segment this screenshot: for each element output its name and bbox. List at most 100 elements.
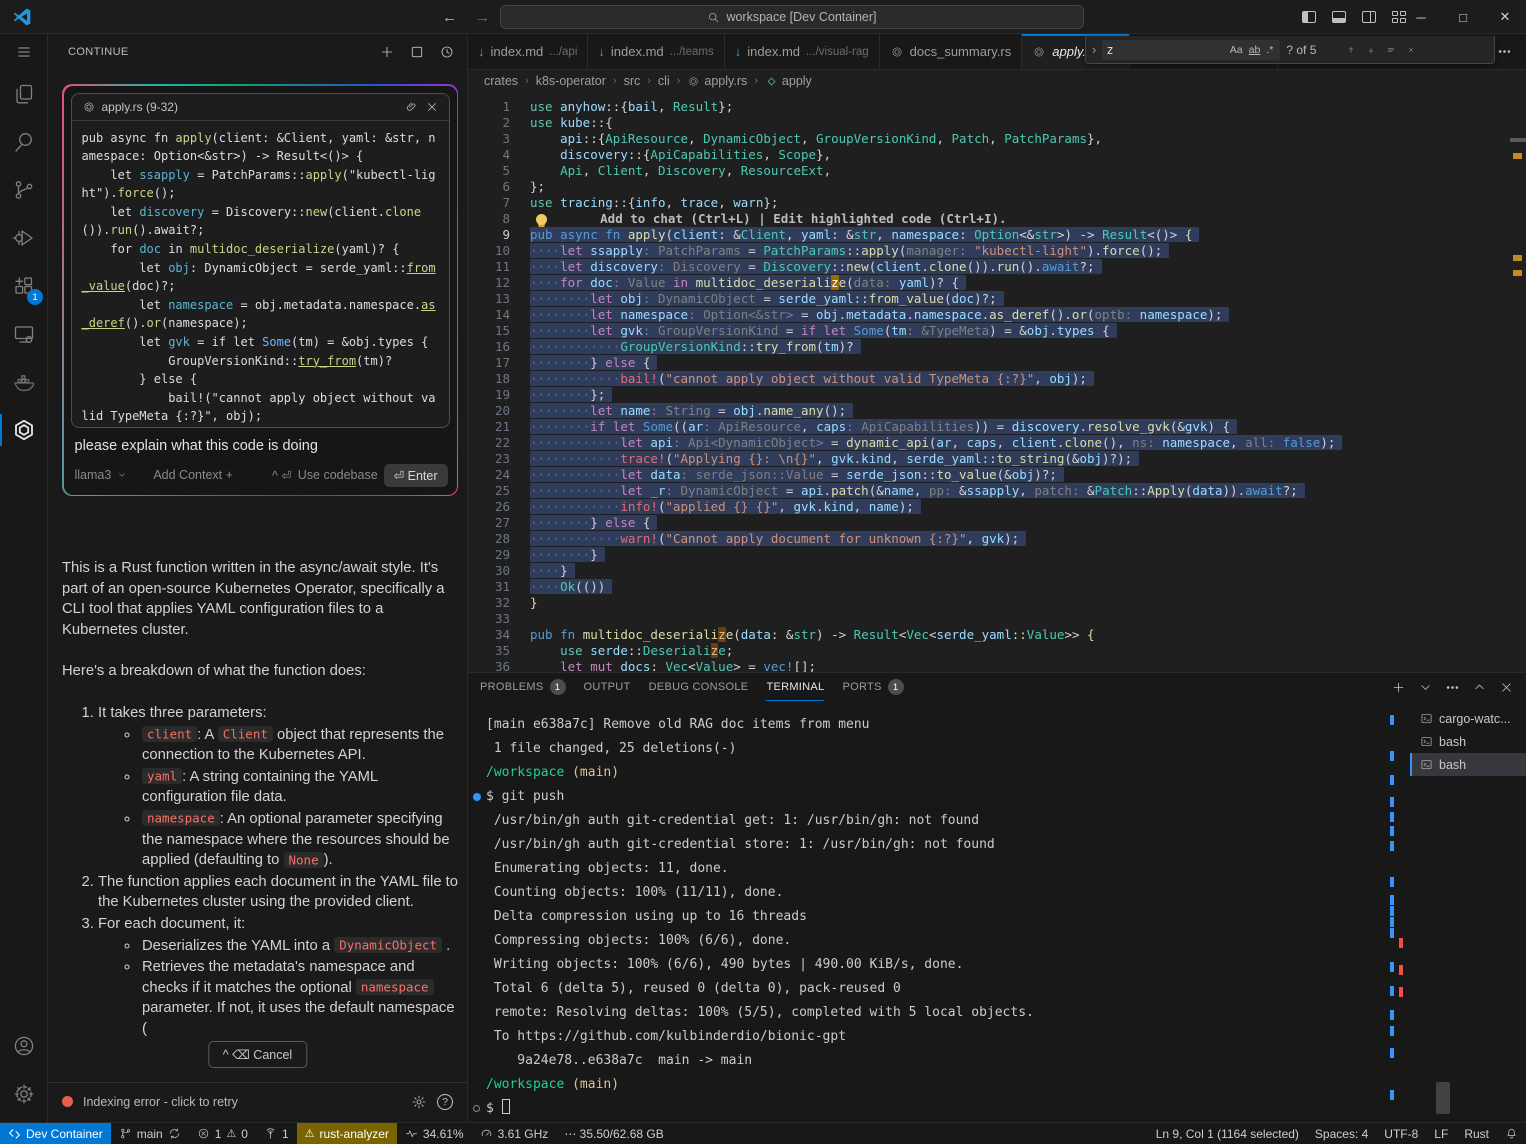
indexing-status[interactable]: Indexing error - click to retry bbox=[83, 1095, 238, 1109]
statusbar-item-freq[interactable]: 3.61 GHz bbox=[472, 1123, 557, 1144]
list-item: It takes three parameters:client: A Clie… bbox=[98, 703, 458, 871]
line-number: 4 bbox=[468, 147, 510, 163]
statusbar-item-indentation[interactable]: Spaces: 4 bbox=[1307, 1123, 1376, 1144]
breadcrumb-item[interactable]: crates bbox=[484, 74, 518, 88]
editor-tab[interactable]: ↓index.md.../teams bbox=[588, 34, 724, 69]
scrollbar-thumb[interactable] bbox=[1436, 1082, 1450, 1114]
panel-tab-debug-console[interactable]: DEBUG CONSOLE bbox=[649, 673, 749, 701]
menu-icon[interactable] bbox=[0, 34, 47, 70]
inline-code: DynamicObject bbox=[334, 937, 442, 953]
statusbar-item-memory[interactable]: ⋯ 35.50/62.68 GB bbox=[556, 1123, 671, 1144]
terminal-list-item[interactable]: bash bbox=[1410, 730, 1526, 753]
breadcrumb-item[interactable]: apply bbox=[765, 74, 812, 88]
toggle-replace-icon[interactable]: › bbox=[1092, 42, 1096, 57]
line-number: 18 bbox=[468, 371, 510, 387]
help-icon[interactable]: ? bbox=[437, 1094, 453, 1110]
back-button[interactable]: ← bbox=[442, 9, 457, 26]
lightbulb-icon[interactable] bbox=[536, 214, 547, 225]
regex-icon[interactable]: .* bbox=[1263, 43, 1276, 57]
next-match-icon[interactable] bbox=[1364, 43, 1378, 57]
activity-item-search[interactable] bbox=[0, 118, 48, 166]
activity-item-account[interactable] bbox=[0, 1022, 48, 1070]
code-editor[interactable]: 1use anyhow::{bail, Result};2use kube::{… bbox=[468, 92, 1526, 672]
panel-tab-output[interactable]: OUTPUT bbox=[584, 673, 631, 701]
statusbar-item-eol[interactable]: LF bbox=[1426, 1123, 1456, 1144]
statusbar-item-language[interactable]: Rust bbox=[1456, 1123, 1497, 1144]
close-find-icon[interactable] bbox=[1404, 43, 1418, 57]
find-in-selection-icon[interactable] bbox=[1384, 43, 1398, 57]
fullscreen-icon[interactable] bbox=[409, 44, 425, 60]
statusbar-item-problems[interactable]: 1⚠0 bbox=[189, 1123, 256, 1144]
find-widget: › Aa ab .* ? of 5 bbox=[1085, 36, 1495, 64]
paperclip-icon[interactable] bbox=[405, 100, 419, 114]
panel-more-icon[interactable] bbox=[1445, 680, 1460, 695]
history-icon[interactable] bbox=[439, 44, 455, 60]
terminal-list-item[interactable]: bash bbox=[1410, 753, 1526, 776]
statusbar-item-branch[interactable]: main bbox=[111, 1123, 189, 1144]
maximize-panel-icon[interactable] bbox=[1472, 680, 1487, 695]
use-codebase-label[interactable]: Use codebase bbox=[298, 468, 378, 482]
activity-item-settings[interactable] bbox=[0, 1070, 48, 1118]
activity-item-docker[interactable] bbox=[0, 358, 48, 406]
statusbar-item-cursor-position[interactable]: Ln 9, Col 1 (1164 selected) bbox=[1148, 1123, 1307, 1144]
terminal-line: $ git push bbox=[486, 785, 1384, 809]
close-icon[interactable] bbox=[425, 100, 439, 114]
statusbar-item-notifications[interactable] bbox=[1497, 1123, 1526, 1144]
selected-text: ············warn!("Cannot apply document… bbox=[530, 531, 1026, 546]
code-line: 33 bbox=[468, 611, 1526, 627]
gear-icon[interactable] bbox=[411, 1094, 427, 1110]
line-number: 11 bbox=[468, 259, 510, 275]
cancel-button[interactable]: ^ ⌫ Cancel bbox=[208, 1041, 307, 1068]
editor-tab[interactable]: ↓index.md.../visual-rag bbox=[725, 34, 880, 69]
code-line: 29········} bbox=[468, 547, 1526, 563]
activity-item-extensions[interactable]: 1 bbox=[0, 262, 48, 310]
new-session-icon[interactable] bbox=[379, 44, 395, 60]
add-context-button[interactable]: Add Context + bbox=[153, 468, 233, 482]
toggle-panel-icon[interactable] bbox=[1332, 11, 1346, 23]
find-input[interactable] bbox=[1106, 43, 1226, 57]
statusbar-item-rust-analyzer[interactable]: ⚠rust-analyzer bbox=[297, 1123, 397, 1144]
panel-tab-ports[interactable]: PORTS1 bbox=[842, 673, 903, 701]
model-selector[interactable]: llama3 bbox=[75, 468, 112, 482]
inline-chat-hint[interactable]: Add to chat (Ctrl+L) | Edit highlighted … bbox=[555, 211, 1007, 226]
activity-item-continue[interactable] bbox=[0, 406, 48, 454]
terminal-list-item[interactable]: cargo-watc... bbox=[1410, 707, 1526, 730]
command-center-search[interactable]: workspace [Dev Container] bbox=[500, 5, 1084, 29]
maximize-button[interactable]: □ bbox=[1442, 10, 1484, 25]
line-text: api::{ApiResource, DynamicObject, GroupV… bbox=[530, 131, 1102, 146]
overview-ruler[interactable] bbox=[1510, 92, 1526, 672]
close-panel-icon[interactable] bbox=[1499, 680, 1514, 695]
statusbar-item-cpu[interactable]: 34.61% bbox=[397, 1123, 472, 1144]
more-actions-icon[interactable] bbox=[1497, 44, 1512, 59]
activity-item-explorer[interactable] bbox=[0, 70, 48, 118]
statusbar-item-ports[interactable]: 1 bbox=[256, 1123, 297, 1144]
close-button[interactable]: ✕ bbox=[1484, 9, 1526, 25]
breadcrumb-item[interactable]: src bbox=[624, 74, 641, 88]
activity-item-source-control[interactable] bbox=[0, 166, 48, 214]
activity-item-run-debug[interactable] bbox=[0, 214, 48, 262]
toggle-secondary-sidebar-icon[interactable] bbox=[1362, 11, 1376, 23]
forward-button[interactable]: → bbox=[475, 9, 490, 26]
enter-button[interactable]: ⏎ Enter bbox=[384, 464, 448, 487]
minimize-button[interactable]: ─ bbox=[1400, 10, 1442, 25]
match-case-icon[interactable]: Aa bbox=[1227, 43, 1246, 57]
whole-word-icon[interactable]: ab bbox=[1246, 43, 1264, 57]
breadcrumb-item[interactable]: cli bbox=[658, 74, 670, 88]
statusbar-item-remote[interactable]: Dev Container bbox=[0, 1123, 111, 1144]
toggle-primary-sidebar-icon[interactable] bbox=[1302, 11, 1316, 23]
terminal-output[interactable]: [main e638a7c] Remove old RAG doc items … bbox=[468, 701, 1384, 1122]
editor-tab[interactable]: ↓index.md.../api bbox=[468, 34, 588, 69]
breadcrumb-item[interactable]: k8s-operator bbox=[536, 74, 606, 88]
scm-icon bbox=[12, 178, 36, 202]
activity-item-remote-explorer[interactable] bbox=[0, 310, 48, 358]
panel-tab-problems[interactable]: PROBLEMS1 bbox=[480, 673, 566, 701]
editor-tab[interactable]: docs_summary.rs bbox=[880, 34, 1023, 69]
panel-tab-terminal[interactable]: TERMINAL bbox=[766, 673, 824, 701]
terminal-line: /workspace (main) bbox=[486, 1073, 1384, 1097]
terminal-dropdown-icon[interactable] bbox=[1418, 680, 1433, 695]
selected-text: ····let discovery: Discovery = Discovery… bbox=[530, 259, 1102, 274]
new-terminal-icon[interactable] bbox=[1391, 680, 1406, 695]
previous-match-icon[interactable] bbox=[1344, 43, 1358, 57]
breadcrumb-item[interactable]: apply.rs bbox=[687, 74, 747, 88]
statusbar-item-encoding[interactable]: UTF-8 bbox=[1376, 1123, 1426, 1144]
